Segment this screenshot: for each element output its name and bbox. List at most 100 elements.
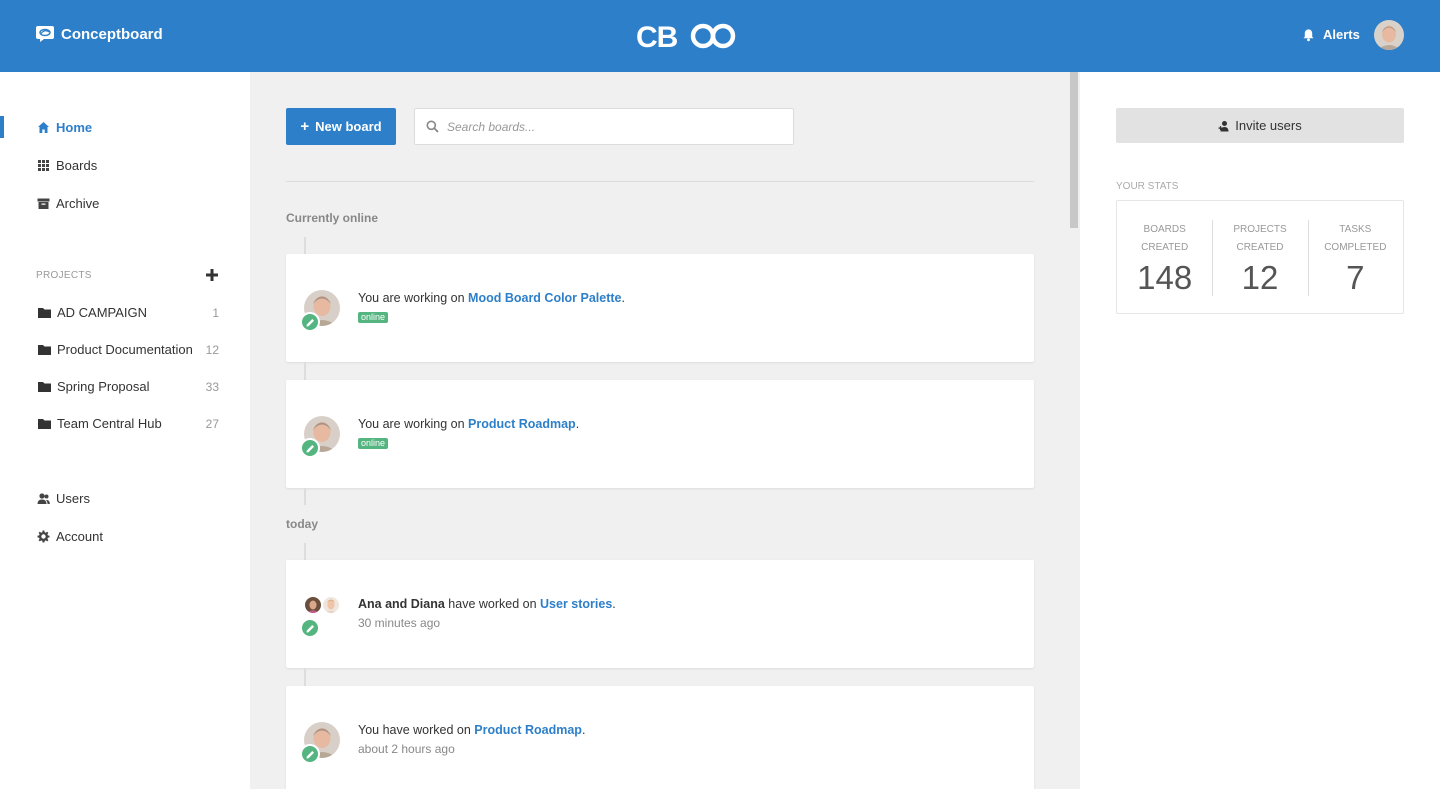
project-count: 33	[205, 379, 219, 394]
add-user-icon	[1218, 120, 1229, 131]
activity-text: You are working on Mood Board Color Pale…	[358, 291, 625, 305]
stat-boards-created: BOARDS CREATED 148	[1117, 201, 1212, 313]
nav-home-label: Home	[56, 120, 93, 135]
search-box[interactable]	[414, 108, 794, 145]
avatar	[304, 596, 322, 614]
invite-users-label: Invite users	[1235, 118, 1302, 133]
add-project-icon[interactable]	[205, 268, 219, 282]
activity-text: Ana and Diana have worked on User storie…	[358, 597, 616, 611]
activity-card[interactable]: Ana and Diana have worked on User storie…	[286, 560, 1034, 668]
folder-icon	[38, 419, 51, 429]
stat-value: 7	[1346, 259, 1365, 296]
stat-value: 12	[1241, 259, 1279, 296]
nav-archive[interactable]: Archive	[37, 196, 99, 211]
timeline-line	[304, 543, 306, 560]
svg-text:CB: CB	[636, 21, 678, 53]
project-item[interactable]: Spring Proposal 33	[38, 379, 219, 394]
folder-icon	[38, 345, 51, 355]
gear-icon	[37, 530, 50, 543]
board-link[interactable]: Mood Board Color Palette	[468, 291, 621, 305]
nav-boards[interactable]: Boards	[37, 158, 97, 173]
nav-users[interactable]: Users	[37, 491, 90, 506]
activity-card[interactable]: You are working on Product Roadmap. onli…	[286, 380, 1034, 488]
users-icon	[37, 493, 50, 504]
project-name: AD CAMPAIGN	[57, 305, 148, 320]
cb-logo: CB	[636, 21, 736, 53]
board-link[interactable]: User stories	[540, 597, 612, 611]
sidebar: Home Boards Archive PROJECTS AD CAMPAIGN…	[0, 72, 250, 789]
project-name: Product Documentation	[57, 342, 193, 357]
archive-icon	[37, 198, 50, 209]
avatar-group	[304, 596, 344, 614]
stat-projects-created: PROJECTS CREATED 12	[1212, 201, 1307, 313]
folder-icon	[38, 308, 51, 318]
pencil-icon	[300, 438, 320, 458]
grid-icon	[38, 160, 49, 171]
pencil-icon	[300, 312, 320, 332]
top-header: Conceptboard CB Alerts	[0, 0, 1440, 72]
stat-value: 148	[1137, 259, 1193, 296]
stat-label: TASKS COMPLETED	[1324, 224, 1387, 253]
actor-name: Ana and Diana	[358, 597, 445, 611]
folder-icon	[38, 382, 51, 392]
activity-text: You are working on Product Roadmap.	[358, 417, 580, 431]
plus-icon: +	[300, 118, 310, 135]
timestamp: 30 minutes ago	[358, 616, 441, 630]
timeline-line	[304, 362, 306, 380]
project-count: 12	[205, 342, 219, 357]
project-item[interactable]: AD CAMPAIGN 1	[38, 305, 219, 320]
search-icon	[426, 120, 439, 133]
timeline-line	[304, 237, 306, 254]
nav-boards-label: Boards	[56, 158, 98, 173]
bell-icon	[1303, 28, 1314, 41]
activity-text: You have worked on Product Roadmap.	[358, 723, 586, 737]
nav-users-label: Users	[56, 491, 90, 506]
new-board-label: New board	[315, 119, 382, 134]
brand-name: Conceptboard	[61, 25, 163, 43]
project-name: Spring Proposal	[57, 379, 150, 394]
pencil-icon	[300, 744, 320, 764]
board-link[interactable]: Product Roadmap	[474, 723, 582, 737]
user-avatar[interactable]	[1374, 20, 1404, 50]
right-panel: Invite users YOUR STATS BOARDS CREATED 1…	[1080, 72, 1440, 789]
stat-label: BOARDS CREATED	[1141, 224, 1189, 253]
alerts-label: Alerts	[1323, 27, 1360, 42]
activity-card[interactable]: You have worked on Product Roadmap. abou…	[286, 686, 1034, 789]
group-heading-online: Currently online	[286, 211, 379, 225]
activity-card[interactable]: You are working on Mood Board Color Pale…	[286, 254, 1034, 362]
divider	[286, 181, 1034, 182]
stats-panel: BOARDS CREATED 148 PROJECTS CREATED 12 T…	[1116, 200, 1404, 314]
timestamp: about 2 hours ago	[358, 742, 455, 756]
new-board-button[interactable]: + New board	[286, 108, 396, 145]
stat-label: PROJECTS CREATED	[1233, 224, 1287, 253]
project-count: 27	[205, 416, 219, 431]
group-heading-today: today	[286, 517, 319, 531]
pencil-icon	[300, 618, 320, 638]
scrollbar[interactable]	[1070, 72, 1078, 228]
projects-heading: PROJECTS	[36, 270, 92, 281]
active-indicator	[0, 116, 4, 138]
nav-home[interactable]: Home	[37, 120, 92, 135]
status-badge: online	[358, 312, 389, 323]
nav-archive-label: Archive	[56, 196, 100, 211]
board-link[interactable]: Product Roadmap	[468, 417, 576, 431]
timeline-line	[304, 668, 306, 686]
status-badge: online	[358, 438, 389, 449]
timeline-line	[304, 488, 306, 505]
nav-account-label: Account	[56, 529, 103, 544]
stat-tasks-completed: TASKS COMPLETED 7	[1307, 201, 1403, 313]
alerts-button[interactable]: Alerts	[1302, 27, 1360, 42]
project-name: Team Central Hub	[57, 416, 162, 431]
invite-users-button[interactable]: Invite users	[1116, 108, 1404, 143]
project-count: 1	[212, 305, 219, 320]
avatar	[322, 596, 340, 614]
project-item[interactable]: Product Documentation 12	[38, 342, 219, 357]
project-item[interactable]: Team Central Hub 27	[38, 416, 219, 431]
brand[interactable]: Conceptboard	[35, 25, 163, 43]
home-icon	[38, 122, 49, 133]
conceptboard-logo-icon	[36, 26, 54, 42]
stats-heading: YOUR STATS	[1116, 181, 1179, 192]
activity-feed: + New board Currently online You are wor…	[250, 72, 1080, 789]
search-input[interactable]	[447, 119, 767, 134]
nav-account[interactable]: Account	[37, 529, 103, 544]
